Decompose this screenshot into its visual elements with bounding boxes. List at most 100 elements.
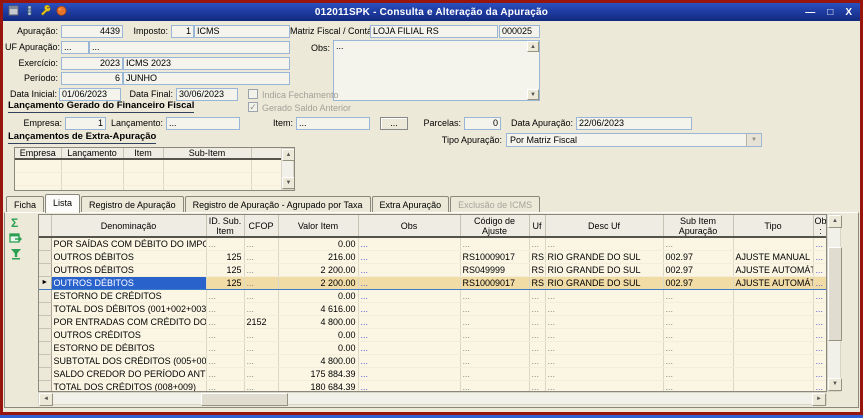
- scroll-up-icon[interactable]: ▲: [828, 215, 842, 228]
- cell[interactable]: [733, 290, 813, 303]
- row-selector[interactable]: [39, 237, 51, 251]
- cell[interactable]: ...: [206, 342, 244, 355]
- periodo-desc-field[interactable]: JUNHO: [123, 72, 290, 85]
- cell[interactable]: 002.97: [663, 264, 733, 277]
- cell[interactable]: ...: [529, 355, 545, 368]
- cell[interactable]: ...: [663, 355, 733, 368]
- table-row[interactable]: TOTAL DOS CRÉDITOS (008+009)......180 68…: [39, 381, 827, 393]
- cell[interactable]: ...: [358, 237, 460, 251]
- imposto-code-field[interactable]: 1: [171, 25, 194, 38]
- row-selector[interactable]: [39, 329, 51, 342]
- cell[interactable]: [123, 173, 163, 186]
- cell[interactable]: ...: [663, 290, 733, 303]
- cell[interactable]: [733, 329, 813, 342]
- column-header[interactable]: CFOP: [244, 215, 278, 237]
- column-header[interactable]: Uf: [529, 215, 545, 237]
- cell[interactable]: RIO GRANDE DO SUL: [545, 264, 663, 277]
- cell[interactable]: [15, 186, 61, 192]
- row-selector[interactable]: [39, 355, 51, 368]
- cell[interactable]: ...: [813, 355, 827, 368]
- row-selector[interactable]: [39, 290, 51, 303]
- cell[interactable]: AJUSTE MANUAL: [733, 251, 813, 264]
- cell[interactable]: RS049999: [460, 264, 529, 277]
- cell[interactable]: [733, 303, 813, 316]
- cell[interactable]: ...: [206, 368, 244, 381]
- indica-fechamento-checkbox[interactable]: [248, 89, 258, 99]
- cell[interactable]: ...: [460, 303, 529, 316]
- cell[interactable]: POR SAÍDAS COM DÉBITO DO IMPOSTO: [51, 237, 206, 251]
- cell[interactable]: [61, 173, 123, 186]
- cell[interactable]: ...: [545, 290, 663, 303]
- cell[interactable]: ...: [460, 329, 529, 342]
- table-row[interactable]: OUTROS DÉBITOS125...2 200.00...RS049999R…: [39, 264, 827, 277]
- column-header[interactable]: Tipo: [733, 215, 813, 237]
- cell[interactable]: ...: [813, 290, 827, 303]
- cell[interactable]: ...: [663, 316, 733, 329]
- cell[interactable]: ...: [244, 251, 278, 264]
- tab-ficha[interactable]: Ficha: [6, 196, 44, 213]
- cell[interactable]: RS10009017: [460, 277, 529, 290]
- tipo-apuracao-dropdown[interactable]: Por Matriz Fiscal ▼: [506, 133, 762, 147]
- cell[interactable]: ...: [545, 368, 663, 381]
- cell[interactable]: 2 200.00: [278, 277, 358, 290]
- table-row[interactable]: TOTAL DOS DÉBITOS (001+002+003)......4 6…: [39, 303, 827, 316]
- cell[interactable]: ...: [244, 264, 278, 277]
- apuracao-list-grid[interactable]: DenominaçãoID. Sub. ItemCFOPValor ItemOb…: [38, 214, 827, 392]
- cell[interactable]: ...: [529, 368, 545, 381]
- cell[interactable]: ...: [206, 290, 244, 303]
- maximize-button[interactable]: □: [827, 7, 833, 18]
- cell[interactable]: ...: [529, 237, 545, 251]
- cell[interactable]: ...: [206, 329, 244, 342]
- uf-desc-field[interactable]: ...: [89, 41, 290, 54]
- cell[interactable]: [251, 159, 281, 173]
- imposto-name-field[interactable]: ICMS: [194, 25, 290, 38]
- tab-registro-de-apura-o[interactable]: Registro de Apuração: [81, 196, 184, 213]
- cell[interactable]: ...: [244, 237, 278, 251]
- cell[interactable]: ...: [244, 381, 278, 393]
- matriz-code-field[interactable]: 000025: [499, 25, 540, 38]
- extra-scroll-up-icon[interactable]: ▲: [282, 149, 295, 161]
- cell[interactable]: 125: [206, 251, 244, 264]
- cell[interactable]: [15, 159, 61, 173]
- cell[interactable]: TOTAL DOS CRÉDITOS (008+009): [51, 381, 206, 393]
- cell[interactable]: ...: [663, 303, 733, 316]
- cell[interactable]: 0.00: [278, 342, 358, 355]
- apuracao-field[interactable]: 4439: [61, 25, 123, 38]
- cell[interactable]: ...: [529, 342, 545, 355]
- cell[interactable]: ...: [663, 342, 733, 355]
- cell[interactable]: 0.00: [278, 237, 358, 251]
- cell[interactable]: ...: [545, 316, 663, 329]
- sum-icon[interactable]: Σ: [11, 217, 18, 229]
- cell[interactable]: [163, 159, 251, 173]
- cell[interactable]: ...: [545, 381, 663, 393]
- vertical-scroll-thumb[interactable]: [828, 247, 842, 341]
- cell[interactable]: ...: [545, 355, 663, 368]
- cell[interactable]: RS: [529, 251, 545, 264]
- row-selector[interactable]: [39, 342, 51, 355]
- cell[interactable]: POR ENTRADAS COM CRÉDITO DO IMPOSTO: [51, 316, 206, 329]
- cell[interactable]: ...: [460, 237, 529, 251]
- minimize-button[interactable]: —: [805, 7, 815, 18]
- close-button[interactable]: X: [845, 7, 852, 18]
- table-row[interactable]: ESTORNO DE CRÉDITOS......0.00...........…: [39, 290, 827, 303]
- cell[interactable]: ...: [358, 277, 460, 290]
- row-selector[interactable]: ►: [39, 277, 51, 290]
- cell[interactable]: SALDO CREDOR DO PERÍODO ANTERIOR: [51, 368, 206, 381]
- chevron-down-icon[interactable]: ▼: [746, 134, 761, 146]
- extra-grid-row[interactable]: [15, 159, 281, 173]
- table-row[interactable]: SALDO CREDOR DO PERÍODO ANTERIOR......17…: [39, 368, 827, 381]
- gerado-saldo-checkbox[interactable]: [248, 102, 258, 112]
- extra-grid-row[interactable]: [15, 173, 281, 186]
- column-header[interactable]: Desc Uf: [545, 215, 663, 237]
- cell[interactable]: 216.00: [278, 251, 358, 264]
- cell[interactable]: ...: [460, 342, 529, 355]
- cell[interactable]: RS10009017: [460, 251, 529, 264]
- cell[interactable]: 4 800.00: [278, 355, 358, 368]
- cell[interactable]: 4 800.00: [278, 316, 358, 329]
- cell[interactable]: ...: [206, 303, 244, 316]
- cell[interactable]: ...: [358, 251, 460, 264]
- cell[interactable]: [61, 186, 123, 192]
- cell[interactable]: ...: [244, 329, 278, 342]
- cell[interactable]: 125: [206, 277, 244, 290]
- column-header[interactable]: Código de Ajuste: [460, 215, 529, 237]
